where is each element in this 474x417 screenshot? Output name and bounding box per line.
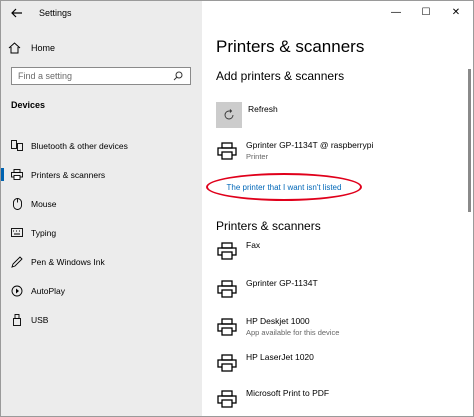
settings-window: Settings Home Devices Bluetooth & other … bbox=[0, 0, 474, 417]
pen-icon bbox=[11, 255, 23, 268]
printer-icon bbox=[216, 352, 238, 374]
printer-icon bbox=[11, 169, 23, 181]
device-name: Microsoft Print to PDF bbox=[246, 388, 330, 398]
sidebar-item-label: Bluetooth & other devices bbox=[31, 140, 128, 151]
window-title: Settings bbox=[39, 8, 72, 18]
sidebar-nav: Bluetooth & other devices Printers & sca… bbox=[1, 131, 202, 334]
device-name: HP LaserJet 1020 bbox=[246, 352, 314, 362]
installed-device-item[interactable]: Gprinter GP-1134T bbox=[216, 278, 318, 300]
annotation-circle: The printer that I want isn't listed bbox=[206, 173, 362, 201]
back-arrow-icon bbox=[11, 8, 22, 18]
installed-device-item[interactable]: Fax bbox=[216, 240, 260, 262]
sidebar-item-usb[interactable]: USB bbox=[1, 305, 202, 334]
home-nav-item[interactable]: Home bbox=[7, 39, 197, 57]
discovered-device-item[interactable]: Gprinter GP-1134T @ raspberrypi Printer bbox=[216, 140, 373, 162]
sidebar-item-mouse[interactable]: Mouse bbox=[1, 189, 202, 218]
printer-not-listed-link[interactable]: The printer that I want isn't listed bbox=[227, 183, 342, 192]
title-bar: Settings bbox=[1, 1, 202, 27]
content-pane: — ☐ ✕ Printers & scanners Add printers &… bbox=[202, 1, 473, 416]
device-status: Printer bbox=[246, 152, 269, 161]
sidebar-item-label: Typing bbox=[31, 227, 57, 238]
add-section-heading: Add printers & scanners bbox=[216, 69, 345, 83]
search-icon[interactable] bbox=[170, 68, 186, 84]
sidebar-item-printers-scanners[interactable]: Printers & scanners bbox=[1, 160, 202, 189]
printer-icon bbox=[216, 140, 238, 162]
mouse-icon bbox=[11, 197, 23, 210]
back-button[interactable] bbox=[7, 4, 27, 22]
device-name: Fax bbox=[246, 240, 261, 250]
sidebar-item-typing[interactable]: Typing bbox=[1, 218, 202, 247]
sidebar-item-pen-windows-ink[interactable]: Pen & Windows Ink bbox=[1, 247, 202, 276]
keyboard-icon bbox=[11, 227, 23, 239]
maximize-button[interactable]: ☐ bbox=[411, 4, 441, 20]
installed-device-item[interactable]: HP Deskjet 1000 App available for this d… bbox=[216, 316, 339, 338]
sidebar-item-label: Mouse bbox=[31, 198, 57, 209]
window-controls: — ☐ ✕ bbox=[381, 4, 471, 20]
sidebar-item-label: USB bbox=[31, 314, 49, 325]
refresh-icon bbox=[224, 109, 234, 120]
installed-section-heading: Printers & scanners bbox=[216, 219, 321, 233]
close-button[interactable]: ✕ bbox=[441, 4, 471, 20]
page-title: Printers & scanners bbox=[216, 37, 365, 56]
refresh-label: Refresh bbox=[248, 104, 278, 114]
home-icon bbox=[7, 41, 21, 55]
bluetooth-devices-icon bbox=[11, 140, 23, 152]
scrollbar[interactable] bbox=[468, 69, 471, 212]
sidebar: Settings Home Devices Bluetooth & other … bbox=[1, 1, 202, 416]
section-header-devices: Devices bbox=[11, 100, 46, 110]
autoplay-icon bbox=[11, 285, 23, 297]
search-box bbox=[11, 67, 191, 85]
search-input[interactable] bbox=[12, 71, 170, 81]
printer-icon bbox=[216, 316, 238, 338]
minimize-button[interactable]: — bbox=[381, 4, 411, 20]
refresh-row: Refresh bbox=[216, 102, 278, 128]
sidebar-item-bluetooth[interactable]: Bluetooth & other devices bbox=[1, 131, 202, 160]
sidebar-item-autoplay[interactable]: AutoPlay bbox=[1, 276, 202, 305]
installed-device-item[interactable]: Microsoft Print to PDF bbox=[216, 388, 329, 410]
refresh-button[interactable] bbox=[216, 102, 242, 128]
device-name: Gprinter GP-1134T @ raspberrypi bbox=[246, 140, 374, 150]
printer-icon bbox=[216, 278, 238, 300]
pdf-printer-icon bbox=[216, 388, 238, 410]
printer-icon bbox=[216, 240, 238, 262]
device-status: App available for this device bbox=[246, 328, 340, 337]
device-name: HP Deskjet 1000 bbox=[246, 316, 310, 326]
installed-device-item[interactable]: HP LaserJet 1020 bbox=[216, 352, 314, 374]
home-label: Home bbox=[31, 43, 56, 53]
sidebar-item-label: Printers & scanners bbox=[31, 169, 106, 180]
usb-icon bbox=[11, 313, 23, 326]
device-name: Gprinter GP-1134T bbox=[246, 278, 318, 288]
sidebar-item-label: Pen & Windows Ink bbox=[31, 256, 105, 267]
sidebar-item-label: AutoPlay bbox=[31, 285, 66, 296]
